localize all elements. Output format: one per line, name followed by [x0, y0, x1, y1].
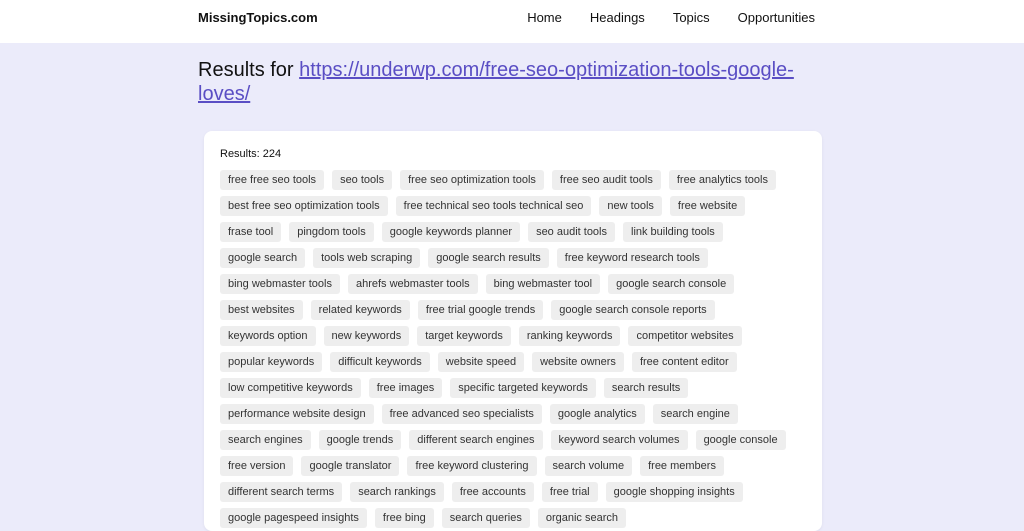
topic-tag[interactable]: seo tools [332, 170, 393, 190]
topic-tag[interactable]: popular keywords [220, 352, 323, 372]
topic-tag[interactable]: free technical seo tools technical seo [395, 196, 592, 216]
topic-tag[interactable]: google translator [301, 456, 400, 476]
topic-tag[interactable]: free keyword research tools [556, 248, 708, 268]
nav-topics[interactable]: Topics [673, 10, 710, 26]
topic-tag[interactable]: different search engines [409, 430, 543, 450]
nav-home[interactable]: Home [527, 10, 562, 26]
topic-tag[interactable]: search queries [441, 508, 530, 528]
results-prefix: Results for [198, 59, 294, 81]
topic-tag[interactable]: free seo optimization tools [400, 170, 544, 190]
topic-tag[interactable]: search volume [544, 456, 633, 476]
topic-tag[interactable]: ranking keywords [518, 326, 621, 346]
topic-tag[interactable]: search rankings [350, 482, 444, 502]
main-nav: Home Headings Topics Opportunities [527, 10, 815, 26]
topic-tag[interactable]: free version [220, 456, 294, 476]
topic-tags-list: free free seo tools seo tools free seo opt… [220, 170, 810, 528]
topic-tag[interactable]: google search console reports [551, 300, 715, 320]
topic-tag[interactable]: keywords option [220, 326, 316, 346]
topic-tag[interactable]: free advanced seo specialists [381, 404, 542, 424]
topic-tag[interactable]: google pagespeed insights [220, 508, 367, 528]
results-card: Results: 224 free free seo tools seo tool… [204, 131, 822, 531]
topic-tag[interactable]: free website [669, 196, 746, 216]
topic-tag[interactable]: free members [640, 456, 724, 476]
topic-tag[interactable]: target keywords [417, 326, 511, 346]
topic-tag[interactable]: free trial google trends [417, 300, 544, 320]
topic-tag[interactable]: free accounts [451, 482, 534, 502]
topic-tag[interactable]: competitor websites [628, 326, 742, 346]
topic-tag[interactable]: new tools [599, 196, 662, 216]
topic-tag[interactable]: difficult keywords [330, 352, 430, 372]
topic-tag[interactable]: bing webmaster tools [220, 274, 340, 294]
topic-tag[interactable]: pingdom tools [289, 222, 374, 242]
topic-tag[interactable]: seo audit tools [528, 222, 615, 242]
topic-tag[interactable]: search engine [652, 404, 738, 424]
topic-tag[interactable]: google shopping insights [605, 482, 743, 502]
topic-tag[interactable]: specific targeted keywords [450, 378, 596, 398]
topic-tag[interactable]: free images [368, 378, 443, 398]
nav-headings[interactable]: Headings [590, 10, 645, 26]
top-navbar: MissingTopics.com Home Headings Topics O… [0, 0, 1024, 43]
topic-tag[interactable]: free free seo tools [220, 170, 325, 190]
topic-tag[interactable]: search engines [220, 430, 311, 450]
topic-tag[interactable]: different search terms [220, 482, 343, 502]
topic-tag[interactable]: link building tools [623, 222, 723, 242]
topic-tag[interactable]: search results [603, 378, 689, 398]
results-count: Results: 224 [220, 148, 282, 160]
topic-tag[interactable]: google console [695, 430, 786, 450]
topic-tag[interactable]: free analytics tools [668, 170, 776, 190]
topic-tag[interactable]: bing webmaster tool [485, 274, 601, 294]
topic-tag[interactable]: frase tool [220, 222, 282, 242]
topic-tag[interactable]: new keywords [323, 326, 410, 346]
topic-tag[interactable]: performance website design [220, 404, 374, 424]
topic-tag[interactable]: website owners [532, 352, 624, 372]
topic-tag[interactable]: tools web scraping [313, 248, 421, 268]
topic-tag[interactable]: best free seo optimization tools [220, 196, 388, 216]
topic-tag[interactable]: best websites [220, 300, 303, 320]
nav-opportunities[interactable]: Opportunities [738, 10, 815, 26]
topic-tag[interactable]: google search [220, 248, 306, 268]
topic-tag[interactable]: free seo audit tools [551, 170, 661, 190]
topic-tag[interactable]: low competitive keywords [220, 378, 361, 398]
topic-tag[interactable]: related keywords [310, 300, 410, 320]
topic-tag[interactable]: google trends [318, 430, 402, 450]
topic-tag[interactable]: free content editor [631, 352, 737, 372]
page-title: Results for https://underwp.com/free-seo… [198, 58, 838, 106]
topic-tag[interactable]: ahrefs webmaster tools [347, 274, 478, 294]
brand-logo-link[interactable]: MissingTopics.com [198, 10, 318, 26]
topic-tag[interactable]: keyword search volumes [550, 430, 688, 450]
topic-tag[interactable]: website speed [437, 352, 525, 372]
topic-tag[interactable]: organic search [537, 508, 627, 528]
topic-tag[interactable]: google search console [608, 274, 735, 294]
topic-tag[interactable]: google analytics [549, 404, 645, 424]
topic-tag[interactable]: google keywords planner [381, 222, 521, 242]
topic-tag[interactable]: free bing [374, 508, 434, 528]
topic-tag[interactable]: free trial [541, 482, 598, 502]
topic-tag[interactable]: google search results [428, 248, 549, 268]
topic-tag[interactable]: free keyword clustering [407, 456, 537, 476]
